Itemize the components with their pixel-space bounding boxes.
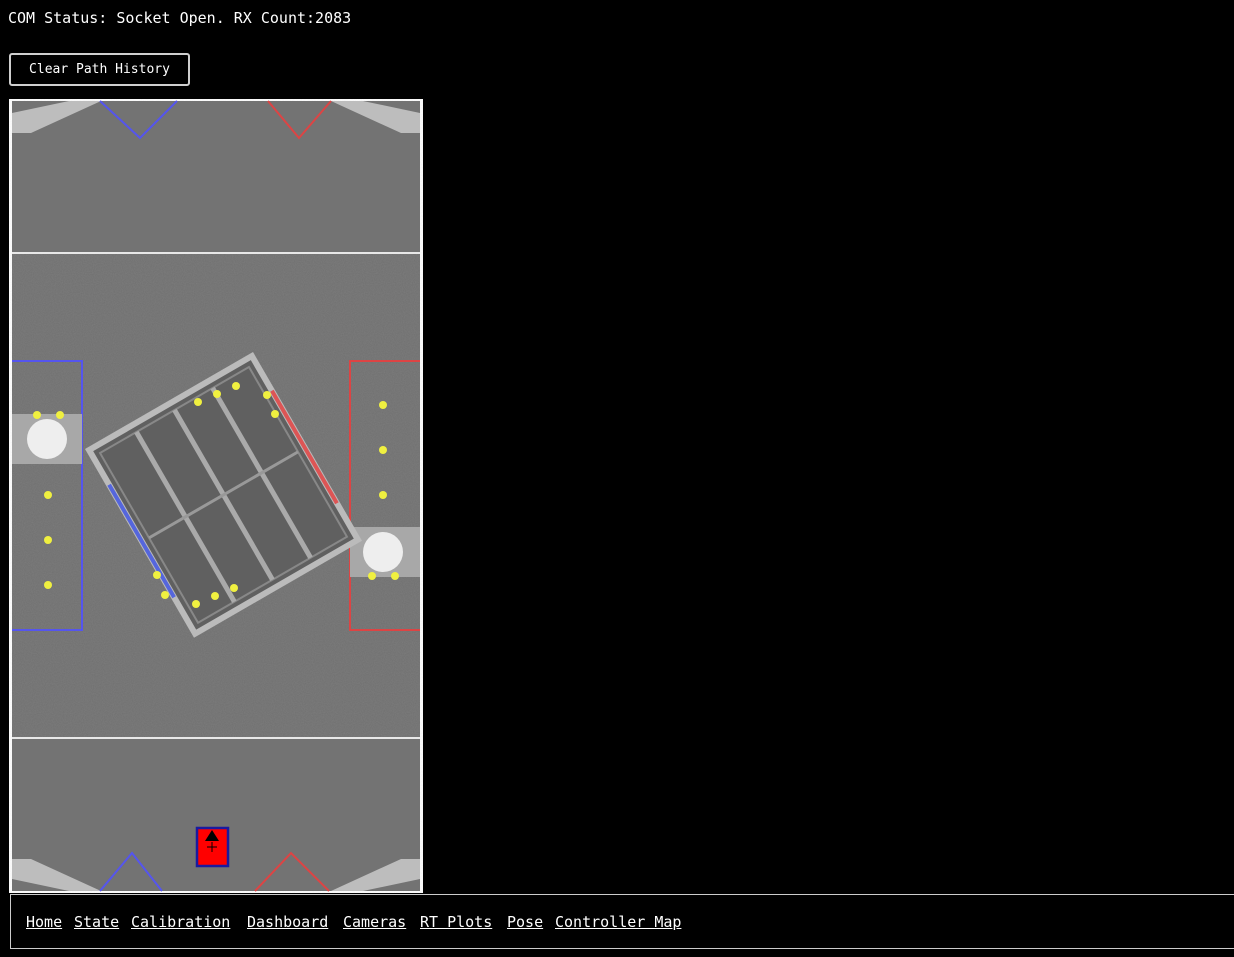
robot-marker: [195, 826, 230, 868]
nav-link-calibration[interactable]: Calibration: [131, 913, 230, 931]
com-status-text: COM Status: Socket Open. RX Count:2083: [8, 9, 352, 27]
nav-link-dashboard[interactable]: Dashboard: [247, 913, 328, 931]
nav-link-home[interactable]: Home: [26, 913, 62, 931]
nav-link-rt-plots[interactable]: RT Plots: [420, 913, 492, 931]
nav-link-cameras[interactable]: Cameras: [343, 913, 406, 931]
field-map[interactable]: [9, 99, 423, 893]
control-wheel-blue: [27, 419, 67, 459]
clear-path-history-button[interactable]: Clear Path History: [9, 53, 190, 86]
nav-bar: Home State Calibration Dashboard Cameras…: [10, 894, 1234, 949]
nav-link-state[interactable]: State: [74, 913, 119, 931]
control-wheel-red: [363, 532, 403, 572]
nav-link-controller-map[interactable]: Controller Map: [555, 913, 681, 931]
nav-link-pose[interactable]: Pose: [507, 913, 543, 931]
